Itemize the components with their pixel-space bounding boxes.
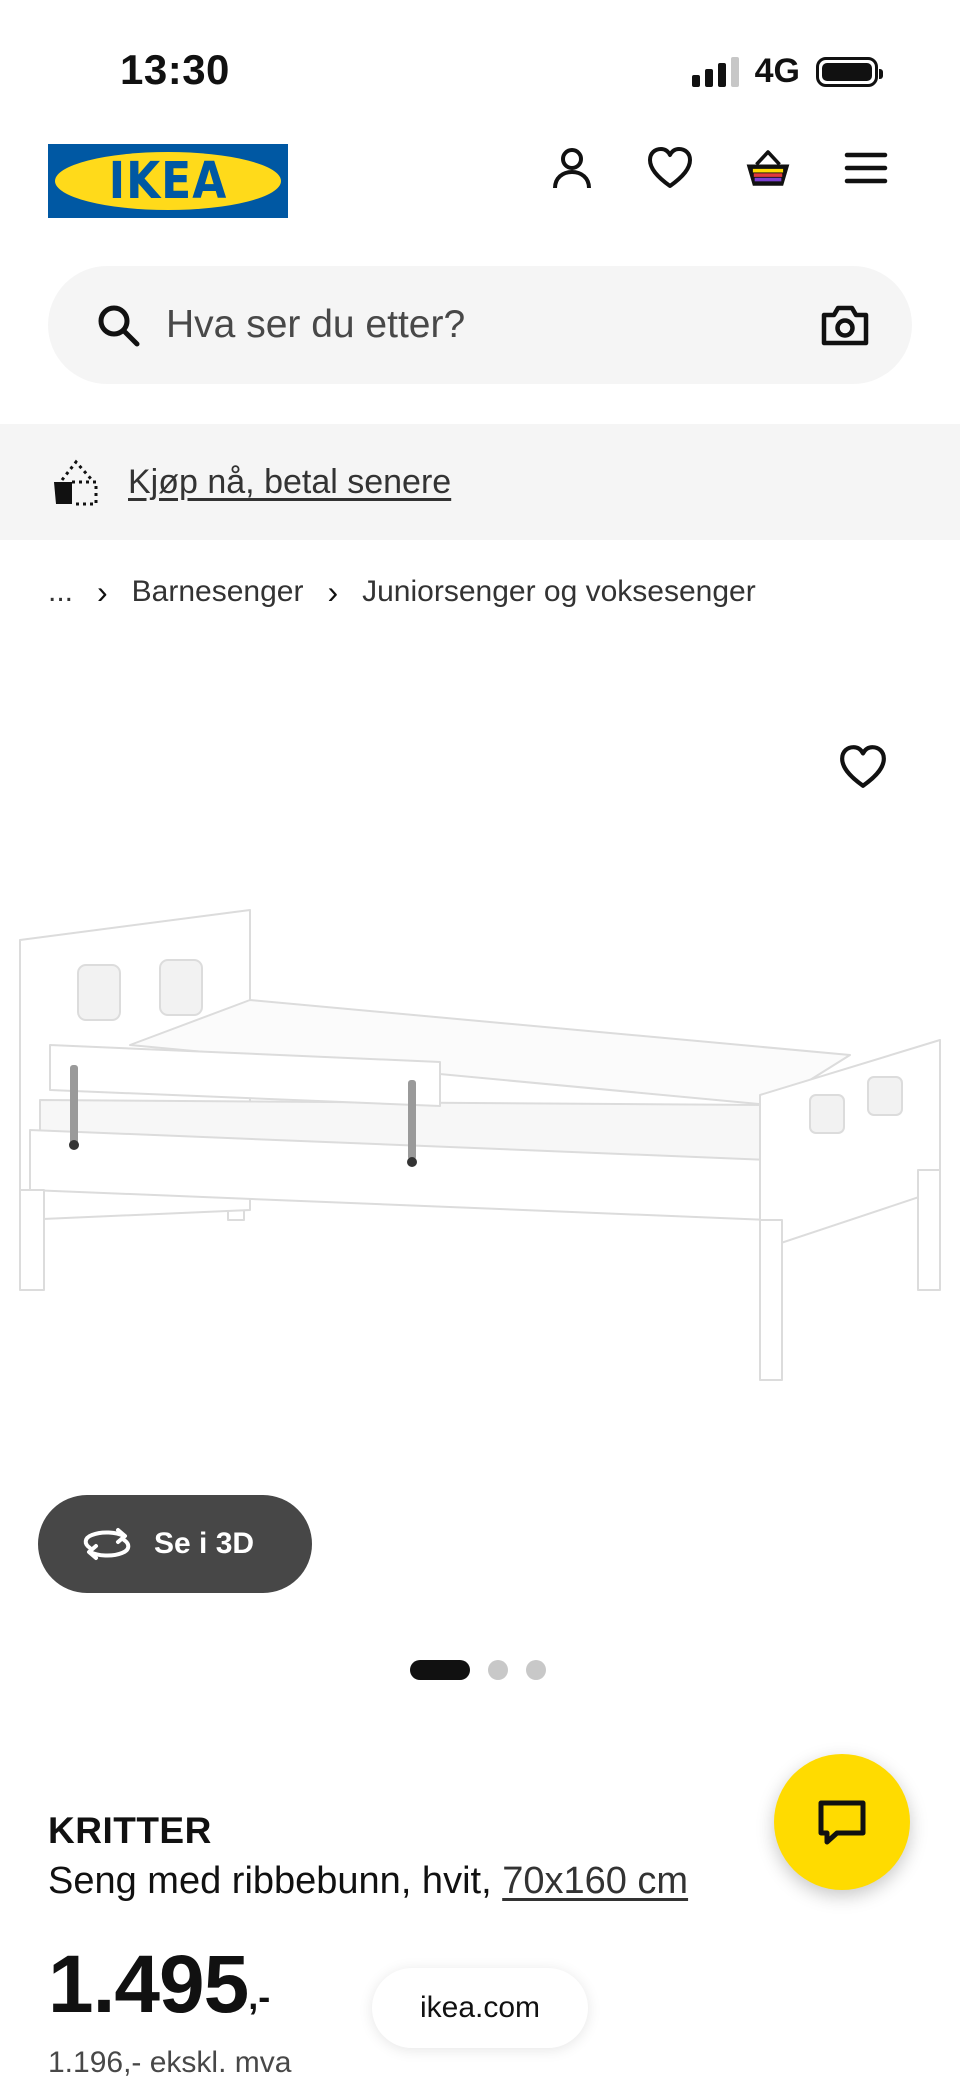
product-page: 13:30 4G IKEA Hva ser du etter? Kjøp nå,… [0, 0, 960, 2081]
buy-now-pay-later-link[interactable]: Kjøp nå, betal senere [128, 463, 451, 502]
gallery-dot[interactable] [488, 1660, 508, 1680]
gallery-dot-active[interactable] [410, 1660, 470, 1680]
favourite-heart-icon[interactable] [838, 742, 888, 792]
product-gallery: Se i 3D [0, 660, 960, 1680]
view-in-3d-label: Se i 3D [154, 1527, 255, 1560]
product-name: KRITTER [48, 1810, 212, 1851]
network-type: 4G [754, 52, 800, 90]
rotate-3d-icon [83, 1528, 131, 1560]
price-integer: 1.495 [48, 1939, 249, 2030]
signal-icon [691, 56, 739, 87]
gallery-dot[interactable] [526, 1660, 546, 1680]
breadcrumb-item[interactable]: Juniorsenger og voksesenger [362, 575, 756, 609]
status-time: 13:30 [120, 46, 230, 93]
installment-icon [54, 459, 98, 506]
breadcrumb-item[interactable]: Barnesenger [132, 575, 304, 609]
chat-button[interactable] [774, 1754, 910, 1890]
camera-icon[interactable] [820, 300, 870, 350]
ikea-logo[interactable]: IKEA [48, 144, 288, 218]
status-bar: 13:30 4G [0, 0, 960, 130]
heart-icon[interactable] [646, 144, 694, 192]
product-description-text: Seng med ribbebunn, hvit, [48, 1860, 492, 1902]
battery-icon [816, 56, 883, 87]
menu-icon[interactable] [842, 144, 890, 192]
search-bar [48, 266, 912, 384]
product-size-link[interactable]: 70x160 cm [502, 1860, 688, 1902]
chevron-right-icon: › [97, 573, 108, 610]
browser-url-bar[interactable]: ikea.com [372, 1968, 588, 2048]
logo-text: IKEA [108, 151, 228, 211]
logo-oval: IKEA [55, 152, 281, 210]
gallery-pagination [410, 1660, 546, 1680]
breadcrumb-ellipsis[interactable]: ... [48, 575, 73, 609]
chevron-right-icon: › [327, 573, 339, 610]
search-input[interactable] [166, 294, 806, 356]
view-in-3d-button[interactable]: Se i 3D [38, 1495, 312, 1593]
chat-icon [818, 1800, 866, 1845]
header-actions [548, 144, 890, 192]
price-suffix: ,- [248, 1976, 271, 2017]
site-header: IKEA [0, 130, 960, 250]
promo-banner: Kjøp nå, betal senere [0, 424, 960, 540]
price-ex-vat: 1.196,- ekskl. mva [48, 2046, 292, 2079]
product-price: 1.495 ,- [48, 1944, 270, 2026]
account-icon[interactable] [548, 144, 596, 192]
search-icon[interactable] [94, 301, 142, 349]
product-description: Seng med ribbebunn, hvit, 70x160 cm [48, 1860, 688, 1903]
basket-icon[interactable] [744, 144, 792, 192]
status-indicators: 4G [691, 52, 883, 91]
product-image[interactable] [0, 890, 960, 1410]
breadcrumb: ... › Barnesenger › Juniorsenger og voks… [48, 572, 756, 612]
